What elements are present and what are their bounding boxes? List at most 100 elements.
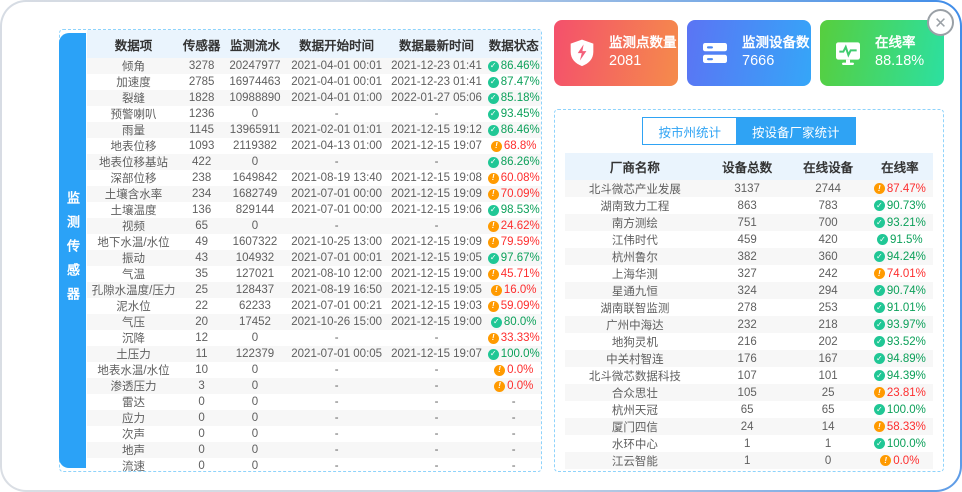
sensor-name: 地表位移 (87, 138, 180, 154)
start-time: 2021-07-01 00:00 (287, 188, 387, 200)
card-title: 监测点数量 (609, 34, 677, 52)
status-cell: - (486, 396, 540, 408)
col-sensors: 传感器 (180, 35, 223, 54)
vendor-name: 北斗微芯数据科技 (565, 368, 705, 384)
latest-time: 2021-12-15 19:07 (387, 140, 487, 152)
latest-time: - (387, 444, 487, 456)
vendor-name: 星通九恒 (565, 283, 705, 299)
rate-value: 93.21% (887, 217, 926, 229)
flow-count: 0 (223, 108, 287, 120)
rate-value: 94.39% (887, 370, 926, 382)
device-total: 232 (705, 319, 790, 331)
latest-time: 2021-12-15 19:09 (387, 236, 487, 248)
status-cell: 87.47% (486, 76, 540, 88)
rate-cell: 100.0% (867, 404, 933, 416)
start-time: - (287, 108, 387, 120)
flow-count: 0 (223, 380, 287, 392)
status-icon (488, 77, 499, 88)
status-cell: 80.0% (486, 316, 540, 328)
device-online: 14 (789, 421, 866, 433)
sensor-count: 25 (180, 284, 223, 296)
device-online: 700 (789, 217, 866, 229)
col-online-rate: 在线率 (867, 157, 933, 176)
status-value: - (512, 444, 516, 456)
col-device-online: 在线设备 (789, 157, 866, 176)
flow-count: 0 (223, 428, 287, 440)
vendor-row: 中关村智连 176 167 94.89% (565, 350, 933, 367)
sensor-count: 0 (180, 412, 223, 424)
status-icon (491, 141, 502, 152)
latest-time: - (387, 332, 487, 344)
status-icon (874, 285, 885, 296)
vendor-name: 北斗微芯产业发展 (565, 181, 705, 197)
device-total: 105 (705, 387, 790, 399)
rate-cell: 94.39% (867, 370, 933, 382)
sensor-name: 气温 (87, 266, 180, 282)
status-icon (491, 317, 502, 328)
sensor-panel-side-tab[interactable]: 监测传感器 (59, 33, 86, 468)
status-icon (488, 269, 499, 280)
latest-time: - (387, 428, 487, 440)
start-time: - (287, 332, 387, 344)
status-cell: 33.33% (486, 332, 540, 344)
latest-time: 2021-12-15 19:05 (387, 252, 487, 264)
stat-cards: 监测点数量 2081 监测设备数 7666 (554, 20, 944, 86)
start-time: 2021-04-01 01:00 (287, 92, 387, 104)
status-value: 79.59% (501, 236, 540, 248)
sensor-row: 雨量 1145 13965911 2021-02-01 01:01 2021-1… (87, 122, 541, 138)
sensor-row: 地表位移 1093 2119382 2021-04-13 01:00 2021-… (87, 138, 541, 154)
col-latest-time: 数据最新时间 (387, 35, 487, 54)
status-icon (488, 253, 499, 264)
tab-by-vendor[interactable]: 按设备厂家统计 (737, 117, 856, 145)
close-button[interactable]: ✕ (927, 9, 954, 36)
status-value: 85.18% (501, 92, 540, 104)
rate-value: 23.81% (887, 387, 926, 399)
sensor-name: 雷达 (87, 394, 180, 410)
device-online: 294 (789, 285, 866, 297)
vendor-row: 上海华测 327 242 74.01% (565, 265, 933, 282)
vendor-row: 杭州鲁尔 382 360 94.24% (565, 248, 933, 265)
card-text: 在线率 88.18% (875, 34, 924, 72)
device-total: 278 (705, 302, 790, 314)
sensor-row: 渗透压力 3 0 - - 0.0% (87, 378, 541, 394)
status-value: 70.09% (501, 188, 540, 200)
tab-by-city[interactable]: 按市州统计 (642, 117, 737, 145)
vendor-name: 合众思壮 (565, 385, 705, 401)
sensor-count: 12 (180, 332, 223, 344)
vendor-row: 地狗灵机 216 202 93.52% (565, 333, 933, 350)
sensor-name: 裂缝 (87, 90, 180, 106)
rate-cell: 93.21% (867, 217, 933, 229)
vendor-row: 厦门四信 24 14 58.33% (565, 418, 933, 435)
flow-count: 127021 (223, 268, 287, 280)
status-icon (874, 336, 885, 347)
sensor-count: 3 (180, 380, 223, 392)
rate-cell: 94.24% (867, 251, 933, 263)
latest-time: - (387, 108, 487, 120)
device-total: 216 (705, 336, 790, 348)
vendor-name: 杭州鲁尔 (565, 249, 705, 265)
status-icon (874, 200, 885, 211)
rate-cell: 94.89% (867, 353, 933, 365)
stat-card-online-rate: 在线率 88.18% (820, 20, 944, 86)
status-cell: 24.62% (486, 220, 540, 232)
status-icon (874, 319, 885, 330)
vendor-name: 广州中海达 (565, 317, 705, 333)
vendor-row: 江云智能 1 0 0.0% (565, 452, 933, 469)
close-icon: ✕ (934, 14, 947, 32)
status-icon (488, 301, 499, 312)
rate-cell: 58.33% (867, 421, 933, 433)
sensor-count: 20 (180, 316, 223, 328)
sensor-panel: 监测传感器 数据项 传感器 监测流水 数据开始时间 数据最新时间 数据状态 倾角 (59, 29, 542, 472)
card-text: 监测设备数 7666 (742, 34, 810, 72)
sensor-row: 裂缝 1828 10988890 2021-04-01 01:00 2022-0… (87, 90, 541, 106)
sensor-count: 3278 (180, 60, 223, 72)
status-value: 86.46% (501, 124, 540, 136)
device-online: 202 (789, 336, 866, 348)
status-cell: - (486, 444, 540, 456)
flow-count: 1682749 (223, 188, 287, 200)
start-time: 2021-04-13 01:00 (287, 140, 387, 152)
sensor-name: 地下水温/水位 (87, 234, 180, 250)
start-time: 2021-07-01 00:05 (287, 348, 387, 360)
device-online: 101 (789, 370, 866, 382)
status-value: 93.45% (501, 108, 540, 120)
